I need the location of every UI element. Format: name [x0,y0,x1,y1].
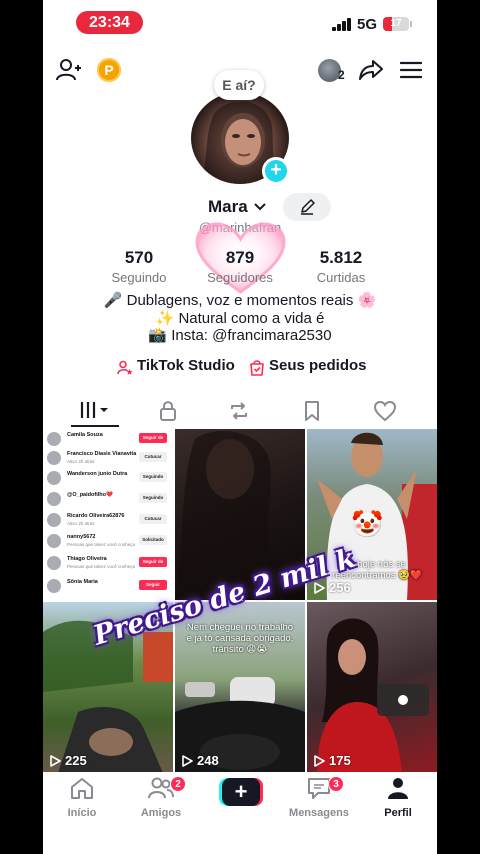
profile-bio: 🎤 Dublagens, voz e momentos reais 🌸 ✨ Na… [43,292,437,345]
nav-friends-label: Amigos [140,807,182,819]
list-item: Francisco Diasis Vianavita Ativo 2h atrá… [47,449,171,469]
list-item: Sônia Maria Seguir [47,577,171,597]
inbox-badge: 3 [328,776,344,792]
bio-line: 📸 Insta: @francimara2530 [148,327,332,344]
add-story-button[interactable]: + [262,157,290,185]
view-count: 248 [182,753,219,768]
pencil-icon [301,199,315,215]
video-thumbnail[interactable]: Nem cheguei no trabalho e já tô cansada … [175,602,305,773]
video-caption: Nem cheguei no trabalho e já tô cansada … [186,622,294,655]
list-item: Camila Souza Seguir de volta [47,430,171,450]
list-item: @O_paidofilho❤️ Seguindo [47,490,171,510]
status-bar: 23:34 5G 17 [43,0,437,44]
followers-list-screenshot: Camila Souza Seguir de volta Francisco D… [43,429,173,600]
profile-icon [388,778,408,799]
clown-sticker: 🤡 [351,509,384,539]
list-item: Wanderson junio Dutra Seguindo [47,469,171,489]
likes-stat[interactable]: 5.812 Curtidas [291,248,391,285]
nav-profile[interactable]: Perfil [359,776,437,819]
likes-count: 5.812 [319,248,363,267]
story-bubble[interactable]: E aí? [214,70,264,100]
battery-icon: 17 [383,17,409,31]
lock-icon[interactable] [158,400,178,422]
orders-link[interactable]: Seus pedidos [269,357,367,374]
profile-name: Mara [208,197,248,216]
video-thumbnail[interactable]: 175 [307,602,437,773]
videos-grid-icon[interactable] [80,400,112,420]
add-friend-icon[interactable] [56,57,82,83]
following-stat[interactable]: 570 Seguindo [89,248,189,285]
share-icon[interactable] [358,57,384,83]
create-button[interactable]: + [219,778,263,806]
following-count: 570 [124,248,154,267]
signal-icon [332,18,352,31]
video-thumbnail[interactable]: Camila Souza Seguir de volta Francisco D… [43,429,173,600]
bookmark-icon[interactable] [303,400,321,422]
bio-line: ✨ Natural como a vida é [155,309,325,327]
network-type: 5G [357,16,378,33]
coins-icon[interactable]: P [97,58,121,82]
nav-home-label: Início [67,807,97,819]
profile-links: TikTok Studio Seus pedidos [43,357,437,379]
menu-icon[interactable] [400,59,422,81]
friends-badge: 2 [170,776,186,792]
nav-inbox[interactable]: Mensagens 3 [280,776,358,819]
likes-label: Curtidas [316,270,366,285]
bag-check-icon [250,360,264,376]
play-icon [314,755,325,767]
chevron-down-icon[interactable] [253,200,267,214]
edit-profile-button[interactable] [283,193,331,221]
home-icon [71,778,93,799]
play-icon [50,755,61,767]
tiktok-studio-link[interactable]: TikTok Studio [137,357,235,374]
list-item: Ricardo Oliveira62876 Ativo 2h atrás Cut… [47,511,171,531]
visitors-count: 2 [338,68,345,82]
repost-icon[interactable] [228,400,250,422]
video-preview-image [317,618,429,773]
view-count: 225 [50,753,87,768]
profile-screen: 23:34 5G 17 P 2 E aí? + Mara @marinhafra… [43,0,437,854]
profile-tabs [43,396,437,428]
nav-inbox-label: Mensagens [289,807,349,819]
nav-profile-label: Perfil [384,807,412,819]
active-tab-indicator [71,425,119,427]
profile-stats: 570 Seguindo 879 Seguidores 5.812 Curtid… [43,248,437,288]
person-star-icon [117,360,133,375]
followers-label: Seguidores [207,270,273,285]
heart-outline-icon[interactable] [373,400,397,422]
list-item: nanny5672 Pessoas que talvez você conheç… [47,532,171,552]
view-count: 175 [314,753,351,768]
nav-friends[interactable]: Amigos 2 [122,776,200,819]
plus-icon: + [222,778,260,806]
followers-stat[interactable]: 879 Seguidores [190,248,290,285]
play-icon [182,755,193,767]
followers-count: 879 [225,248,255,267]
bottom-navigation: Início Amigos 2 + Mensagens 3 Perfil [43,772,437,854]
status-time: 23:34 [76,11,143,34]
following-label: Seguindo [111,270,167,285]
battery-level: 17 [390,18,402,29]
list-item: Thiago Oliveira Pessoas que talvez você … [47,554,171,574]
nav-home[interactable]: Início [43,776,121,819]
